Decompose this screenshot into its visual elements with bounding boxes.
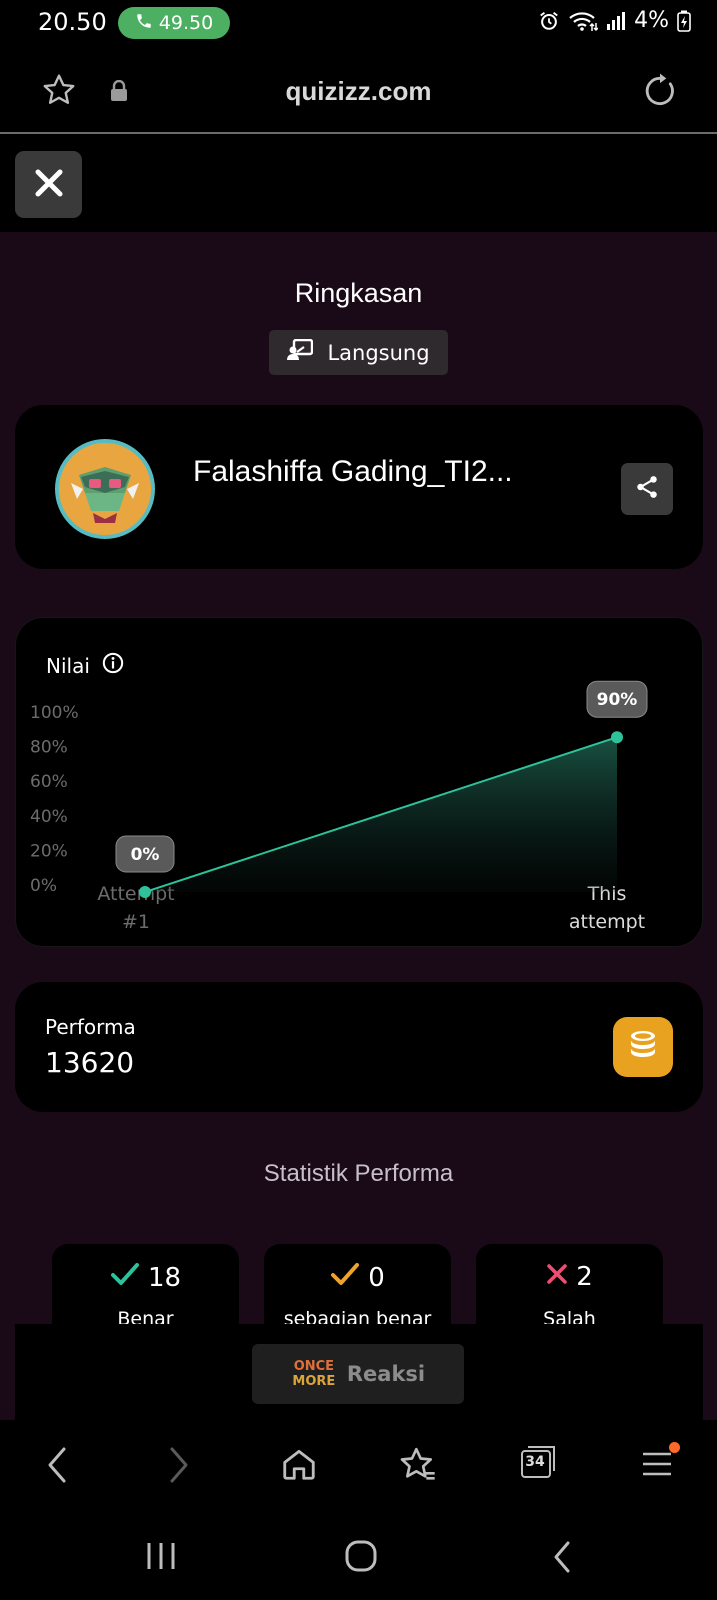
browser-toolbar: 34: [0, 1420, 717, 1515]
y-tick-label: 80%: [30, 738, 68, 758]
notification-dot: [669, 1442, 680, 1453]
quiz-header: [0, 136, 717, 232]
status-icons: 4%: [538, 8, 691, 33]
forward-arrow-icon[interactable]: [166, 1445, 192, 1489]
value-label: 90%: [597, 690, 638, 710]
score-chart-card: Nilai 100% 80% 60% 40% 20% 0% Attempt #1 This at…: [15, 617, 703, 947]
share-icon: [634, 474, 660, 504]
stat-partial: 0 sebagian benar: [264, 1244, 451, 1334]
summary-screen: Ringkasan Langsung Falashiffa Gading_TI2…: [0, 232, 717, 1420]
y-tick-label: 60%: [30, 772, 68, 792]
tab-count: 34: [525, 1454, 545, 1470]
y-tick-label: 100%: [30, 703, 79, 723]
reaction-label: Reaksi: [346, 1362, 426, 1386]
performance-card: Performa 13620: [15, 982, 703, 1112]
stat-incorrect-value: 2: [576, 1262, 593, 1292]
y-tick-label: 20%: [30, 841, 68, 861]
mode-label: Langsung: [327, 340, 430, 365]
mode-chip: Langsung: [269, 330, 448, 375]
alarm-icon: [538, 10, 560, 32]
close-button[interactable]: [15, 151, 82, 218]
performance-value: 13620: [45, 1046, 135, 1079]
reaction-bar: ONCE MORE Reaksi: [15, 1324, 703, 1420]
stat-correct-row: 18: [52, 1262, 239, 1293]
android-nav-bar: [0, 1515, 717, 1600]
status-bar: 20.50 49.50 4%: [0, 0, 717, 46]
menu-icon: [640, 1442, 680, 1482]
y-tick-label: 40%: [30, 807, 68, 827]
home-icon[interactable]: [280, 1445, 318, 1487]
data-point[interactable]: [611, 731, 623, 744]
check-icon: [330, 1262, 360, 1293]
stat-correct: 18 Benar: [52, 1244, 239, 1334]
reload-icon[interactable]: [641, 72, 679, 114]
reaction-button[interactable]: ONCE MORE Reaksi: [252, 1344, 464, 1404]
y-tick-label: 0%: [30, 876, 57, 896]
bookmarks-icon[interactable]: [398, 1445, 438, 1489]
phone-icon: [135, 12, 153, 35]
value-label: 0%: [131, 845, 160, 865]
cross-icon: [546, 1262, 568, 1292]
battery-charging-icon: [677, 10, 691, 32]
avatar: [55, 439, 155, 539]
status-time: 20.50: [38, 8, 107, 36]
back-arrow-icon[interactable]: [44, 1445, 70, 1489]
menu-button[interactable]: [640, 1442, 680, 1482]
system-back-icon[interactable]: [550, 1539, 574, 1579]
performance-label: Performa: [45, 1015, 136, 1039]
home-circle-icon[interactable]: [344, 1539, 378, 1577]
once-more-sticker: ONCE MORE: [291, 1356, 337, 1392]
stat-incorrect: 2 Salah: [476, 1244, 663, 1334]
tabs-icon: 34: [520, 1445, 558, 1479]
coins-button[interactable]: [613, 1017, 673, 1077]
live-mode-icon: [287, 338, 314, 366]
call-duration: 49.50: [158, 12, 214, 34]
battery-percent: 4%: [634, 8, 669, 33]
stat-correct-value: 18: [147, 1262, 182, 1293]
url-text[interactable]: quizizz.com: [0, 76, 717, 107]
player-name: Falashiffa Gading_TI2...: [193, 455, 513, 488]
page-title: Ringkasan: [294, 278, 423, 308]
coins-icon: [626, 1028, 660, 1066]
sticker-line-1: ONCE: [293, 1359, 335, 1374]
stat-partial-value: 0: [368, 1262, 385, 1293]
sticker-line-2: MORE: [292, 1374, 336, 1389]
signal-icon: [606, 11, 626, 31]
check-icon: [110, 1262, 140, 1293]
player-card: Falashiffa Gading_TI2...: [15, 405, 703, 569]
tabs-button[interactable]: 34: [520, 1445, 558, 1479]
data-point[interactable]: [139, 886, 151, 898]
share-button[interactable]: [621, 463, 673, 515]
ongoing-call-pill[interactable]: 49.50: [118, 7, 230, 39]
stats-heading: Statistik Performa: [263, 1160, 454, 1187]
close-icon: [34, 168, 64, 202]
browser-url-bar: quizizz.com: [0, 46, 717, 134]
stat-partial-row: 0: [264, 1262, 451, 1293]
recent-apps-icon[interactable]: [145, 1541, 177, 1575]
score-chart: 100%80%60%40%20%0% Attempt #1This attempt …: [30, 680, 648, 933]
wifi-icon: [568, 10, 599, 32]
stat-incorrect-row: 2: [476, 1262, 663, 1292]
